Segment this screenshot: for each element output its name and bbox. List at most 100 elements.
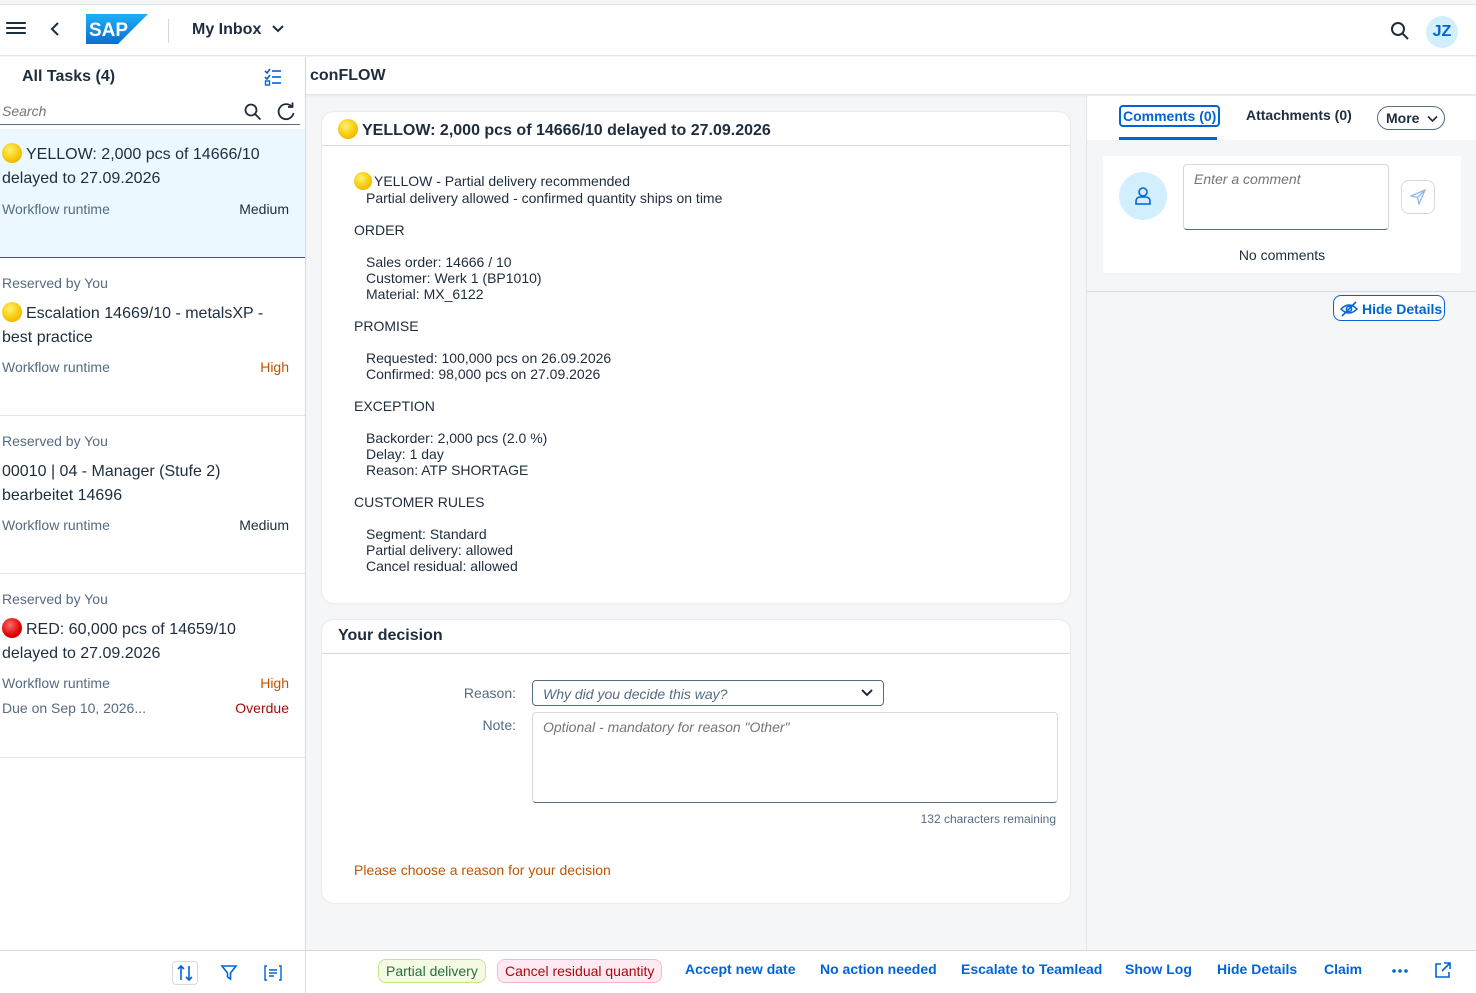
send-comment-button[interactable] [1401, 180, 1435, 214]
yellow-status-icon [354, 172, 372, 190]
section-promise-lines: Requested: 100,000 pcs on 26.09.2026 Con… [354, 350, 722, 382]
side-panel: Comments (0) Attachments (0) More No com… [1086, 96, 1476, 950]
section-order-heading: ORDER [354, 222, 405, 238]
comment-input[interactable] [1184, 165, 1388, 229]
task-title: RED: 60,000 pcs of 14659/10 delayed to 2… [2, 618, 292, 666]
filter-button[interactable] [216, 961, 242, 985]
task-list: YELLOW: 2,000 pcs of 14666/10 delayed to… [0, 129, 305, 758]
search-icon[interactable] [1390, 21, 1410, 41]
back-button[interactable] [46, 19, 66, 41]
task-item-4[interactable]: Reserved by You RED: 60,000 pcs of 14659… [0, 574, 305, 758]
task-description: YELLOW - Partial delivery recommended Pa… [354, 172, 722, 574]
customer-rule-line: Partial delivery: allowed [366, 542, 514, 558]
task-search-input[interactable] [0, 99, 236, 123]
recommendation-sub: Partial delivery allowed - confirmed qua… [366, 190, 723, 206]
app-title: My Inbox [192, 21, 262, 38]
show-log-button[interactable]: Show Log [1125, 961, 1192, 977]
shell-separator [168, 19, 169, 43]
action-toolbar: Partial delivery Cancel residual quantit… [306, 950, 1476, 993]
hide-details-toolbar-button[interactable]: Hide Details [1217, 961, 1297, 977]
send-icon [1410, 189, 1426, 205]
no-action-button[interactable]: No action needed [820, 961, 937, 977]
task-priority: Medium [239, 201, 289, 217]
yellow-status-icon [2, 143, 22, 163]
task-reserved: Reserved by You [2, 275, 108, 291]
more-tabs-button[interactable]: More [1377, 106, 1445, 130]
reason-select[interactable]: Why did you decide this way? [532, 680, 884, 706]
exception-line: Delay: 1 day [366, 446, 444, 462]
person-icon [1135, 187, 1151, 205]
task-created-by: Workflow runtime [2, 517, 110, 533]
user-avatar[interactable]: JZ [1426, 16, 1458, 48]
menu-icon[interactable] [6, 19, 26, 39]
exception-line: Backorder: 2,000 pcs (2.0 %) [366, 430, 548, 446]
cancel-residual-button[interactable]: Cancel residual quantity [497, 959, 663, 983]
task-priority: High [260, 675, 289, 691]
decision-card: Your decision Reason: Why did you decide… [322, 620, 1070, 903]
section-exception-heading: EXCEPTION [354, 398, 435, 414]
section-promise-heading: PROMISE [354, 318, 419, 334]
comment-avatar [1119, 172, 1167, 220]
no-comments-text: No comments [1238, 247, 1326, 263]
section-customer-rules-heading: CUSTOMER RULES [354, 494, 485, 510]
app-title-menu[interactable]: My Inbox [192, 21, 284, 39]
promise-line: Requested: 100,000 pcs on 26.09.2026 [366, 350, 612, 366]
task-overdue-status: Overdue [235, 700, 289, 716]
more-label: More [1386, 110, 1420, 126]
search-icon[interactable] [244, 103, 262, 121]
hide-details-button[interactable]: Hide Details [1333, 295, 1445, 321]
svg-text:SAP: SAP [89, 20, 128, 41]
sort-button[interactable] [172, 961, 198, 985]
comment-field [1183, 164, 1389, 230]
section-customer-rules-lines: Segment: Standard Partial delivery: allo… [354, 526, 722, 574]
tab-attachments[interactable]: Attachments (0) [1246, 107, 1352, 123]
sap-logo[interactable]: SAP [86, 14, 148, 44]
yellow-status-icon [2, 302, 22, 322]
exception-line: Reason: ATP SHORTAGE [366, 462, 529, 478]
task-title: YELLOW: 2,000 pcs of 14666/10 delayed to… [2, 143, 292, 191]
yellow-status-icon [338, 119, 358, 139]
side-divider [1087, 291, 1476, 292]
red-status-icon [2, 618, 22, 638]
note-field [532, 712, 1058, 803]
note-textarea[interactable] [533, 713, 1057, 802]
task-search-field [0, 99, 300, 125]
recommendation: YELLOW - Partial delivery recommended [354, 172, 722, 190]
tab-comments[interactable]: Comments (0) [1119, 105, 1221, 127]
accept-new-date-button[interactable]: Accept new date [685, 961, 795, 977]
claim-button[interactable]: Claim [1324, 961, 1362, 977]
refresh-icon[interactable] [276, 102, 296, 122]
task-priority: Medium [239, 517, 289, 533]
external-link-icon [1435, 962, 1451, 978]
task-priority: High [260, 359, 289, 375]
chevron-down-icon [861, 689, 873, 697]
note-label: Note: [482, 717, 516, 733]
task-title: 00010 | 04 - Manager (Stufe 2) bearbeite… [2, 463, 221, 504]
open-in-new-button[interactable] [1434, 961, 1452, 982]
task-reserved: Reserved by You [2, 433, 108, 449]
task-list-header: All Tasks (4) [0, 57, 305, 97]
order-line: Customer: Werk 1 (BP1010) [366, 270, 542, 286]
group-button[interactable] [260, 961, 286, 985]
task-item-1[interactable]: YELLOW: 2,000 pcs of 14666/10 delayed to… [0, 129, 305, 258]
tab-underline [1119, 137, 1217, 140]
task-card-title: YELLOW: 2,000 pcs of 14666/10 delayed to… [338, 119, 771, 140]
decision-card-header: Your decision [322, 620, 1070, 654]
detail-title: conFLOW [310, 67, 386, 84]
task-reserved: Reserved by You [2, 591, 108, 607]
multi-select-icon[interactable] [264, 68, 282, 86]
promise-line: Confirmed: 98,000 pcs on 27.09.2026 [366, 366, 601, 382]
escalate-button[interactable]: Escalate to Teamlead [961, 961, 1102, 977]
hide-icon [1340, 301, 1358, 317]
section-order-lines: Sales order: 14666 / 10 Customer: Werk 1… [354, 254, 722, 302]
overflow-button[interactable] [1390, 959, 1410, 982]
section-exception-lines: Backorder: 2,000 pcs (2.0 %) Delay: 1 da… [354, 430, 722, 478]
task-list-title: All Tasks (4) [22, 68, 116, 85]
task-item-3[interactable]: Reserved by You 00010 | 04 - Manager (St… [0, 416, 305, 574]
partial-delivery-button[interactable]: Partial delivery [378, 959, 486, 983]
customer-rule-line: Cancel residual: allowed [366, 558, 518, 574]
task-title: Escalation 14669/10 - metalsXP - best pr… [2, 302, 292, 350]
task-item-2[interactable]: Reserved by You Escalation 14669/10 - me… [0, 258, 305, 416]
decision-card-title: Your decision [338, 627, 443, 644]
characters-remaining: 132 characters remaining [920, 812, 1056, 826]
